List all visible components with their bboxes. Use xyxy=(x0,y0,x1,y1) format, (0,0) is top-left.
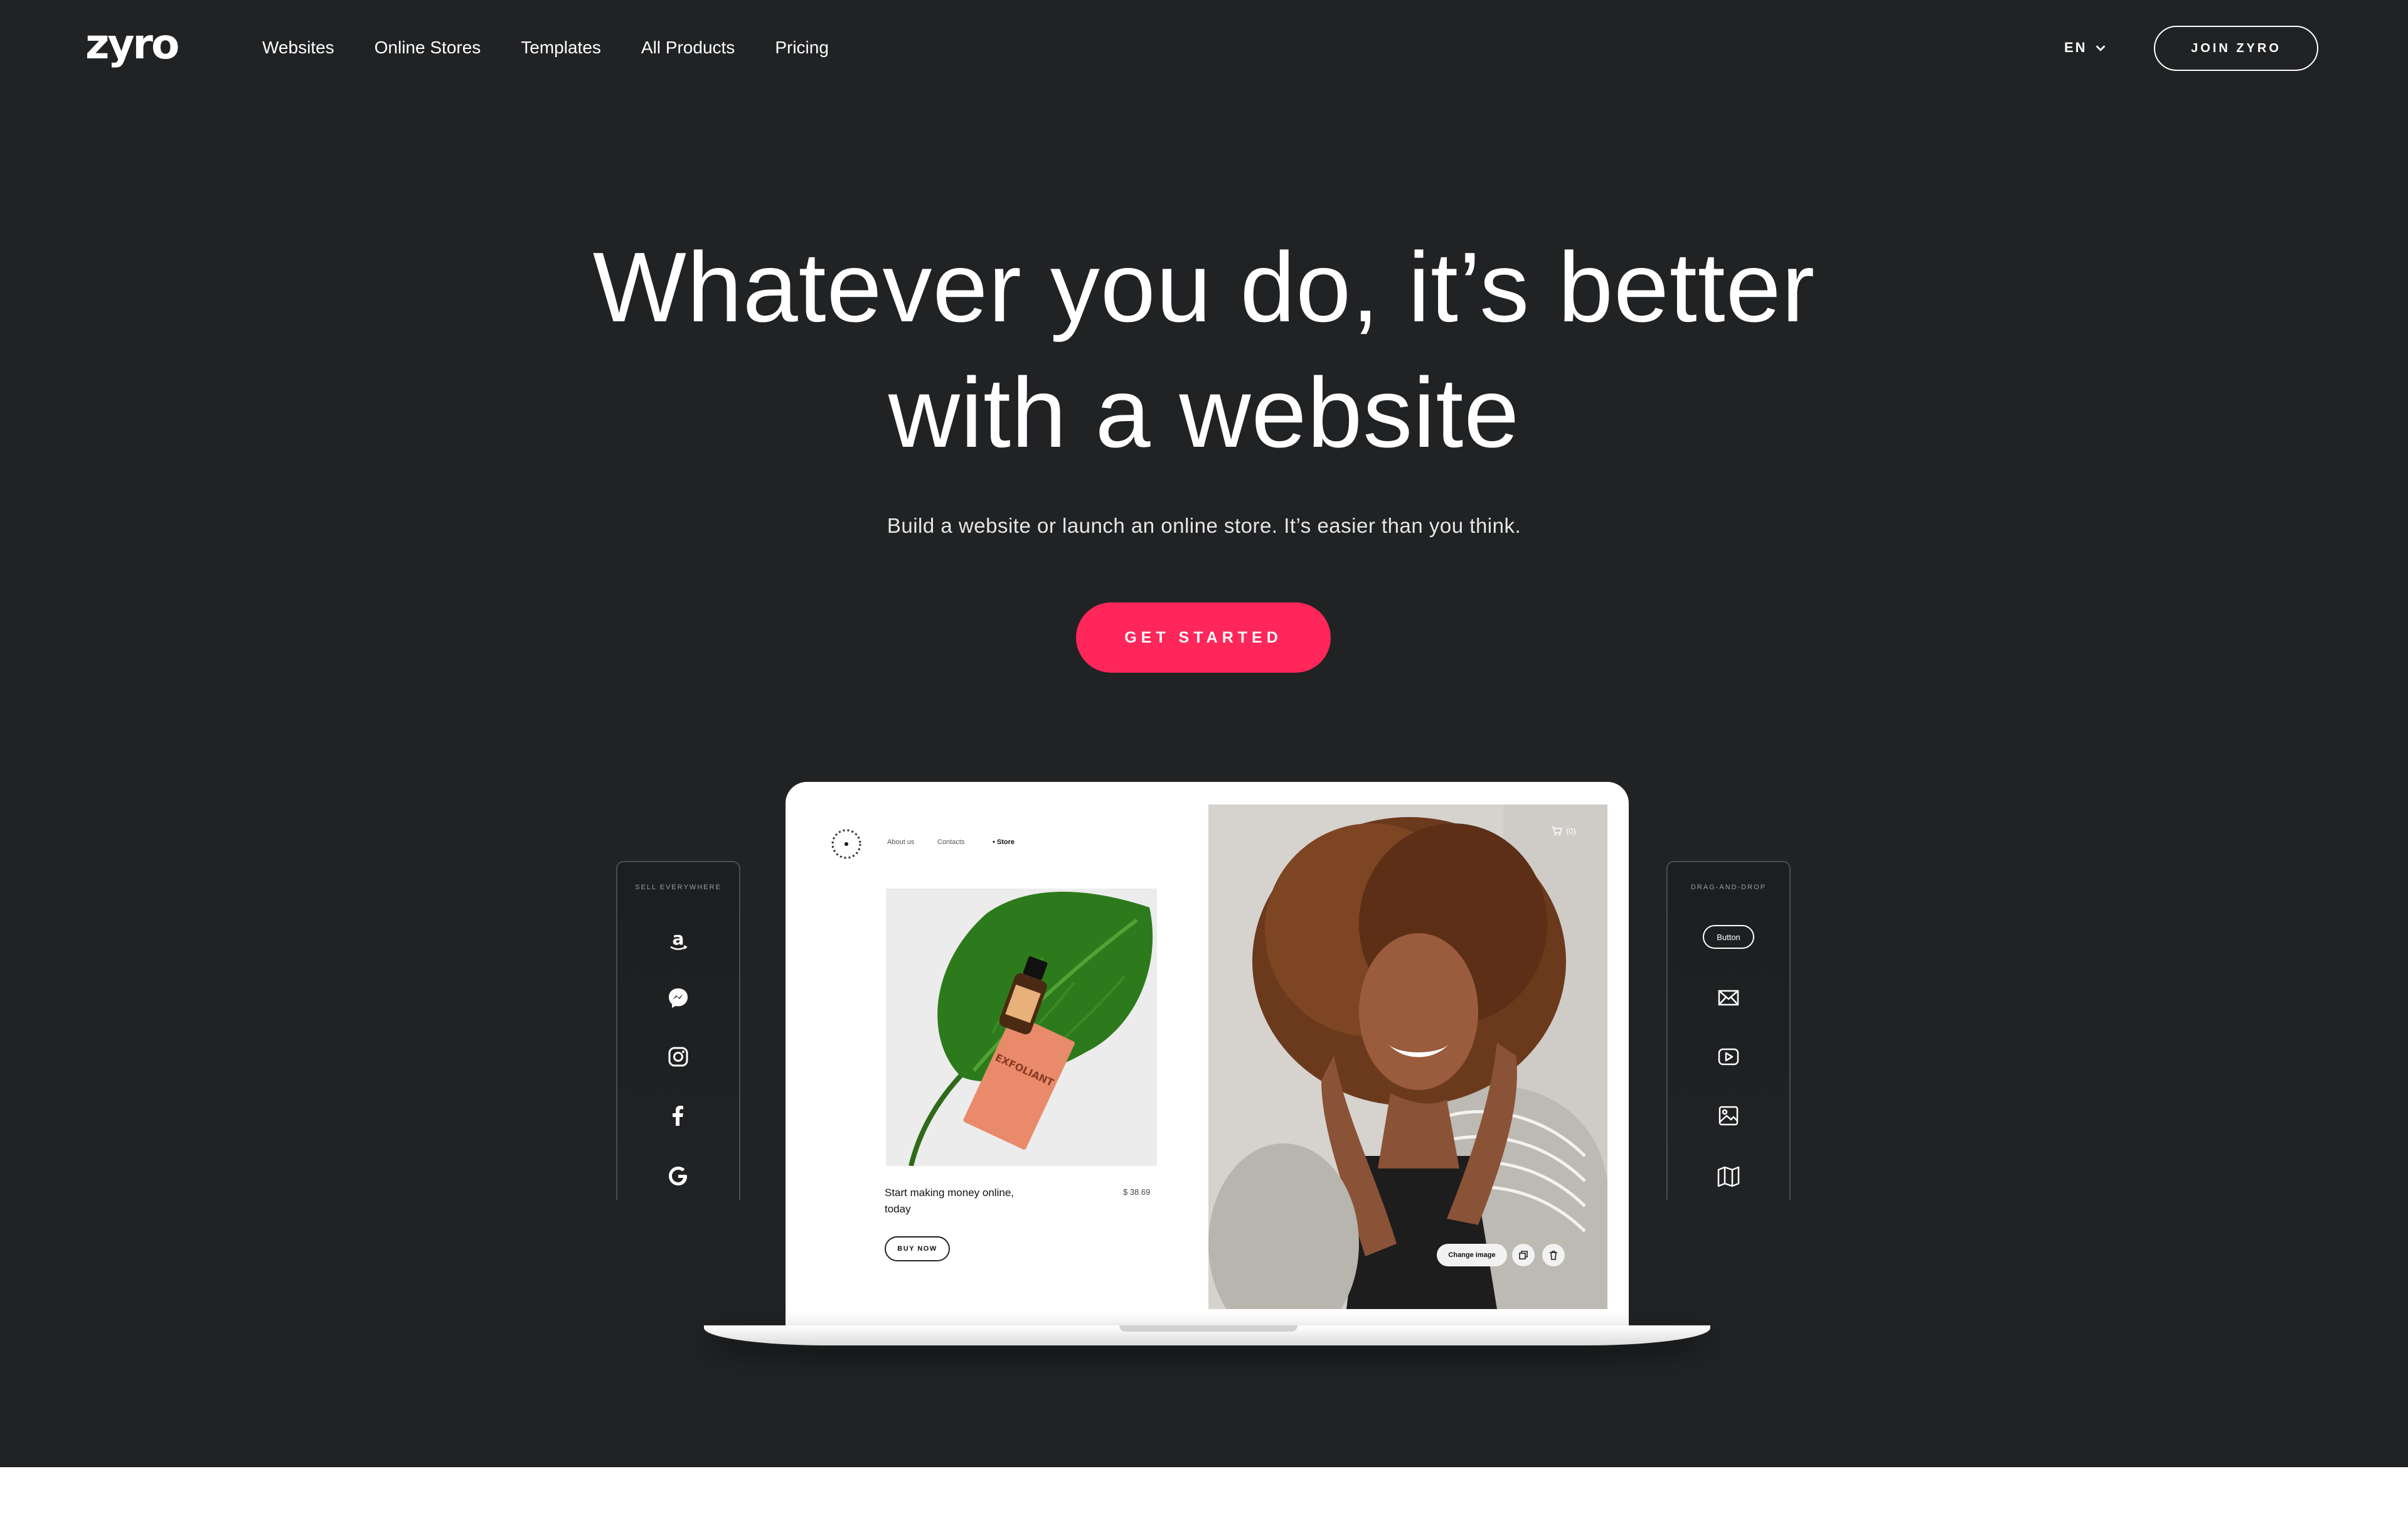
cart-icon xyxy=(1552,826,1562,836)
facebook-icon xyxy=(661,1098,696,1133)
mockup-nav-store-label: Store xyxy=(996,838,1015,846)
hero-section: zyro Websites Online Stores Templates Al… xyxy=(0,0,2408,1467)
laptop-screen: About us Contacts • Store EXFOLIANT Star… xyxy=(786,782,1629,1328)
drag-and-drop-panel: DRAG-AND-DROP Button xyxy=(1666,861,1791,1200)
map-icon xyxy=(1711,1158,1746,1194)
headline-line-1: Whatever you do, it’s better xyxy=(592,232,1816,343)
nav-online-stores[interactable]: Online Stores xyxy=(375,35,481,60)
messenger-icon xyxy=(661,980,696,1015)
instagram-icon xyxy=(661,1039,696,1074)
image-icon xyxy=(1711,1098,1746,1133)
mail-icon xyxy=(1711,980,1746,1015)
woman-photo-illustration xyxy=(1208,805,1607,1309)
zyro-logo[interactable]: zyro xyxy=(85,23,179,67)
product-price: $ 38.69 xyxy=(1123,1187,1151,1197)
panel-title: DRAG-AND-DROP xyxy=(1690,884,1767,891)
video-icon xyxy=(1711,1039,1746,1074)
hero-headline: Whatever you do, it’s better with a webs… xyxy=(0,225,2408,476)
hero-subtitle: Build a website or launch an online stor… xyxy=(887,514,1521,537)
join-button[interactable]: JOIN ZYRO xyxy=(2154,26,2318,71)
hero-photo[interactable]: (0) Change image xyxy=(1208,805,1607,1309)
google-icon xyxy=(661,1158,696,1194)
cart-indicator[interactable]: (0) xyxy=(1551,826,1576,836)
product-title: Start making money online, today xyxy=(885,1187,1014,1215)
panel-title: SELL EVERYWHERE xyxy=(635,884,722,891)
main-nav: Websites Online Stores Templates All Pro… xyxy=(262,35,869,60)
trash-icon xyxy=(1550,1251,1557,1260)
cart-count: (0) xyxy=(1566,826,1576,836)
buy-now-button[interactable]: BUY NOW xyxy=(885,1236,950,1261)
mockup-nav-store[interactable]: • Store xyxy=(993,838,1015,846)
nav-pricing[interactable]: Pricing xyxy=(775,35,829,60)
get-started-button[interactable]: GET STARTED xyxy=(1076,602,1331,673)
nav-all-products[interactable]: All Products xyxy=(641,35,735,60)
laptop-notch xyxy=(1119,1325,1297,1332)
language-selector[interactable]: EN xyxy=(2064,36,2107,59)
mockup-nav-about[interactable]: About us xyxy=(887,838,914,846)
duplicate-button[interactable] xyxy=(1512,1244,1535,1266)
active-dot: • xyxy=(993,838,997,846)
duplicate-icon xyxy=(1519,1251,1528,1259)
headline-line-2: with a website xyxy=(888,358,1520,468)
language-label: EN xyxy=(2064,40,2087,55)
chevron-down-icon xyxy=(2096,45,2105,51)
product-illustration: EXFOLIANT xyxy=(886,889,1157,1166)
nav-websites[interactable]: Websites xyxy=(262,35,334,60)
change-image-button[interactable]: Change image xyxy=(1437,1244,1507,1266)
svg-text:a: a xyxy=(673,928,685,949)
product-image[interactable]: EXFOLIANT xyxy=(886,889,1157,1166)
button-element-sample[interactable]: Button xyxy=(1703,925,1754,949)
sell-everywhere-panel: SELL EVERYWHERE a xyxy=(616,861,740,1200)
store-logo xyxy=(831,829,861,859)
nav-templates[interactable]: Templates xyxy=(521,35,601,60)
mockup-nav-contacts[interactable]: Contacts xyxy=(937,838,964,846)
delete-button[interactable] xyxy=(1542,1244,1565,1266)
amazon-icon: a xyxy=(661,922,696,958)
